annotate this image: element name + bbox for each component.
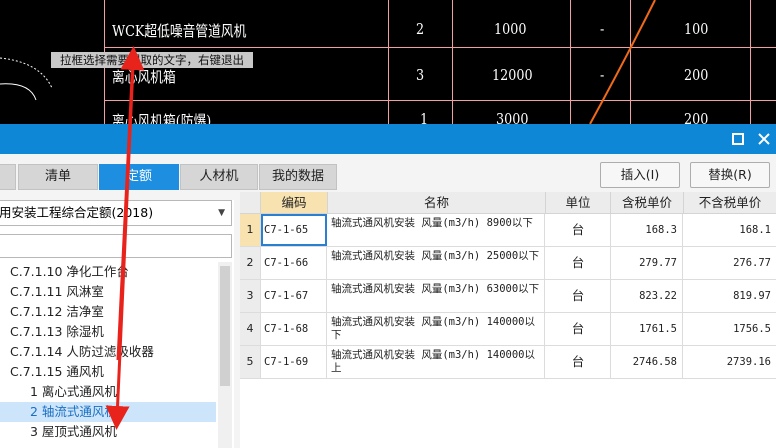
cell-notax-price[interactable]: 819.97 — [684, 280, 776, 312]
table-row[interactable]: 3 C7-1-67 轴流式通风机安装 风量(m3/h) 63000以下 台 82… — [240, 280, 776, 313]
quota-tree: C.7.1.10 净化工作台 C.7.1.11 风淋室 C.7.1.12 洁净室… — [0, 262, 216, 448]
tab-bill[interactable]: 清单 — [18, 164, 98, 190]
cell-notax-price[interactable]: 2739.16 — [684, 346, 776, 378]
cell-unit[interactable]: 台 — [546, 313, 611, 345]
tree-item[interactable]: C.7.1.15 通风机 — [0, 362, 216, 382]
tab-partial[interactable] — [0, 164, 16, 190]
cad-value: 200 — [684, 110, 709, 124]
cell-code[interactable]: C7-1-66 — [261, 247, 327, 279]
search-input[interactable] — [0, 234, 232, 258]
cell-name[interactable]: 轴流式通风机安装 风量(m3/h) 25000以下 — [328, 247, 545, 279]
tree-item[interactable]: 3 屋顶式通风机 — [0, 422, 216, 442]
cell-unit[interactable]: 台 — [546, 247, 611, 279]
row-number: 1 — [240, 214, 261, 246]
cad-drawing-area[interactable]: WCK超低噪音管道风机 2 1000 - 100 离心风机箱 3 12000 -… — [0, 0, 776, 124]
row-number: 3 — [240, 280, 261, 312]
cad-fan-name: 离心风机箱 — [112, 68, 176, 86]
tree-item[interactable]: C.7.1.11 风淋室 — [0, 282, 216, 302]
cell-tax-price[interactable]: 2746.58 — [611, 346, 683, 378]
cad-flow: 12000 — [492, 66, 533, 84]
cad-value: 100 — [684, 20, 709, 38]
tree-item[interactable]: C.7.1.12 洁净室 — [0, 302, 216, 322]
cell-name[interactable]: 轴流式通风机安装 风量(m3/h) 8900以下 — [328, 214, 545, 246]
cell-tax-price[interactable]: 168.3 — [611, 214, 683, 246]
table-row[interactable]: 1 C7-1-65 轴流式通风机安装 风量(m3/h) 8900以下 台 168… — [240, 214, 776, 247]
grid-corner — [240, 192, 261, 214]
tab-my-data[interactable]: 我的数据 — [259, 164, 337, 190]
cell-code[interactable]: C7-1-69 — [261, 346, 327, 378]
cell-name[interactable]: 轴流式通风机安装 风量(m3/h) 140000以上 — [328, 346, 545, 378]
chevron-down-icon: ▼ — [218, 208, 225, 218]
cell-code[interactable]: C7-1-67 — [261, 280, 327, 312]
tab-bar: 清单 定额 人材机 我的数据 — [0, 164, 600, 190]
cad-qty: 1 — [420, 110, 429, 124]
cell-tax-price[interactable]: 1761.5 — [611, 313, 683, 345]
cell-name[interactable]: 轴流式通风机安装 风量(m3/h) 63000以下 — [328, 280, 545, 312]
tree-item[interactable]: 1 离心式通风机 — [0, 382, 216, 402]
quota-dialog: 清单 定额 人材机 我的数据 插入(I) 替换(R) 用安装工程综合定额(201… — [0, 124, 776, 448]
cell-unit[interactable]: 台 — [546, 346, 611, 378]
cad-qty: 3 — [416, 66, 425, 84]
cad-dash: - — [600, 66, 605, 84]
table-row[interactable]: 2 C7-1-66 轴流式通风机安装 风量(m3/h) 25000以下 台 27… — [240, 247, 776, 280]
cad-flow: 3000 — [496, 110, 529, 124]
quota-grid: 编码 名称 单位 含税单价 不含税单价 1 C7-1-65 轴流式通风机安装 风… — [240, 192, 776, 448]
table-row[interactable]: 5 C7-1-69 轴流式通风机安装 风量(m3/h) 140000以上 台 2… — [240, 346, 776, 379]
tab-quota[interactable]: 定额 — [99, 164, 179, 190]
cell-code[interactable]: C7-1-68 — [261, 313, 327, 345]
cad-dash: - — [600, 20, 605, 38]
tree-scrollbar[interactable] — [218, 262, 232, 448]
cell-tax-price[interactable]: 279.77 — [611, 247, 683, 279]
replace-button[interactable]: 替换(R) — [690, 162, 770, 188]
tab-materials[interactable]: 人材机 — [180, 164, 258, 190]
tree-item[interactable]: C.7.1.14 人防过滤吸收器 — [0, 342, 216, 362]
cell-notax-price[interactable]: 168.1 — [684, 214, 776, 246]
cell-notax-price[interactable]: 276.77 — [684, 247, 776, 279]
insert-button[interactable]: 插入(I) — [600, 162, 680, 188]
row-number: 2 — [240, 247, 261, 279]
table-row[interactable]: 4 C7-1-68 轴流式通风机安装 风量(m3/h) 140000以下 台 1… — [240, 313, 776, 346]
tree-item[interactable]: C.7.1.10 净化工作台 — [0, 262, 216, 282]
cell-unit[interactable]: 台 — [546, 214, 611, 246]
col-header-code[interactable]: 编码 — [261, 192, 328, 214]
cell-tax-price[interactable]: 823.22 — [611, 280, 683, 312]
col-header-unit[interactable]: 单位 — [546, 192, 611, 214]
quota-book-label: 用安装工程综合定额(2018) — [0, 205, 154, 220]
tree-item-selected[interactable]: 2 轴流式通风机 — [0, 402, 216, 422]
tree-item[interactable]: C.7.1.13 除湿机 — [0, 322, 216, 342]
cad-fan-name: 离心风机箱(防爆) — [112, 112, 212, 124]
cell-unit[interactable]: 台 — [546, 280, 611, 312]
row-number: 5 — [240, 346, 261, 378]
row-number: 4 — [240, 313, 261, 345]
maximize-icon[interactable] — [727, 129, 749, 149]
cell-notax-price[interactable]: 1756.5 — [684, 313, 776, 345]
col-header-name[interactable]: 名称 — [328, 192, 546, 214]
cad-qty: 2 — [416, 20, 425, 38]
col-header-notax-price[interactable]: 不含税单价 — [684, 192, 776, 214]
cell-name[interactable]: 轴流式通风机安装 风量(m3/h) 140000以下 — [328, 313, 545, 345]
cad-fan-name: WCK超低噪音管道风机 — [112, 22, 247, 40]
close-icon[interactable] — [753, 129, 775, 149]
cad-flow: 1000 — [494, 20, 527, 38]
cad-value: 200 — [684, 66, 709, 84]
dialog-titlebar[interactable] — [0, 124, 776, 154]
col-header-tax-price[interactable]: 含税单价 — [611, 192, 684, 214]
quota-book-select[interactable]: 用安装工程综合定额(2018) ▼ — [0, 200, 232, 226]
selection-tooltip: 拉框选择需要提取的文字，右键退出 — [51, 52, 253, 68]
cell-code[interactable]: C7-1-65 — [261, 214, 327, 246]
left-panel: 用安装工程综合定额(2018) ▼ C.7.1.10 净化工作台 C.7.1.1… — [0, 200, 234, 448]
scrollbar-thumb[interactable] — [220, 266, 230, 386]
